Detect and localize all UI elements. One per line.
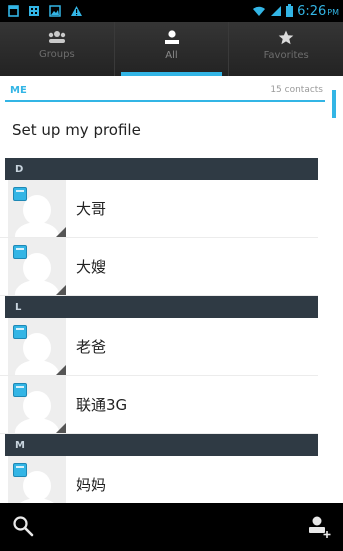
contact-badge-icon [13,187,27,201]
tab-label: Favorites [263,50,309,61]
contact-badge-icon [13,245,27,259]
setup-profile-label: Set up my profile [12,121,141,139]
wifi-icon [252,2,266,21]
tab-label: All [165,50,178,61]
tab-label: Groups [39,49,75,60]
setup-profile-item[interactable]: Set up my profile [0,102,330,158]
status-bar: 6:26PM [0,0,343,22]
avatar [8,318,66,388]
groups-icon [48,31,66,43]
search-icon [13,516,34,537]
image-icon [49,2,61,21]
contact-name: 大嫂 [76,258,107,276]
bottom-action-bar [0,503,343,551]
star-icon [278,30,294,45]
clock: 6:26PM [297,3,339,19]
contact-item[interactable]: 大嫂 [0,238,318,308]
avatar [8,180,66,250]
contact-list[interactable]: ME 15 contacts Set up my profile D 大哥 大嫂… [0,76,330,503]
contact-item[interactable]: 妈妈 [0,456,318,503]
avatar [8,456,66,503]
contact-name: 妈妈 [76,476,107,494]
person-icon [164,30,179,44]
tab-bar: Groups All Favorites [0,22,343,76]
battery-icon [286,2,294,21]
section-header-m: M [5,434,318,456]
contact-name: 大哥 [76,200,107,218]
tab-groups[interactable]: Groups [0,22,115,76]
section-header-l: L [5,296,318,318]
contact-item[interactable]: 大哥 [0,180,318,250]
avatar [8,376,66,446]
contact-badge-icon [13,463,27,477]
add-contact-button[interactable] [307,515,331,543]
contact-name: 联通3G [76,396,128,414]
contact-badge-icon [13,325,27,339]
avatar [8,238,66,308]
add-contact-icon [309,516,331,538]
section-header-d: D [5,158,318,180]
scrollbar[interactable] [332,90,336,118]
notification-icon [8,2,19,21]
contact-badge-icon [13,383,27,397]
contact-item[interactable]: 老爸 [0,318,318,388]
search-button[interactable] [12,515,34,541]
signal-icon [270,2,282,21]
contact-item[interactable]: 联通3G [0,376,318,446]
me-section-header: ME 15 contacts [5,76,325,102]
tab-all[interactable]: All [115,22,230,76]
bbm-icon [28,2,40,21]
warning-icon [70,2,83,21]
contact-name: 老爸 [76,338,107,356]
tab-favorites[interactable]: Favorites [229,22,343,76]
me-label: ME [10,85,27,96]
contact-count: 15 contacts [270,85,323,95]
